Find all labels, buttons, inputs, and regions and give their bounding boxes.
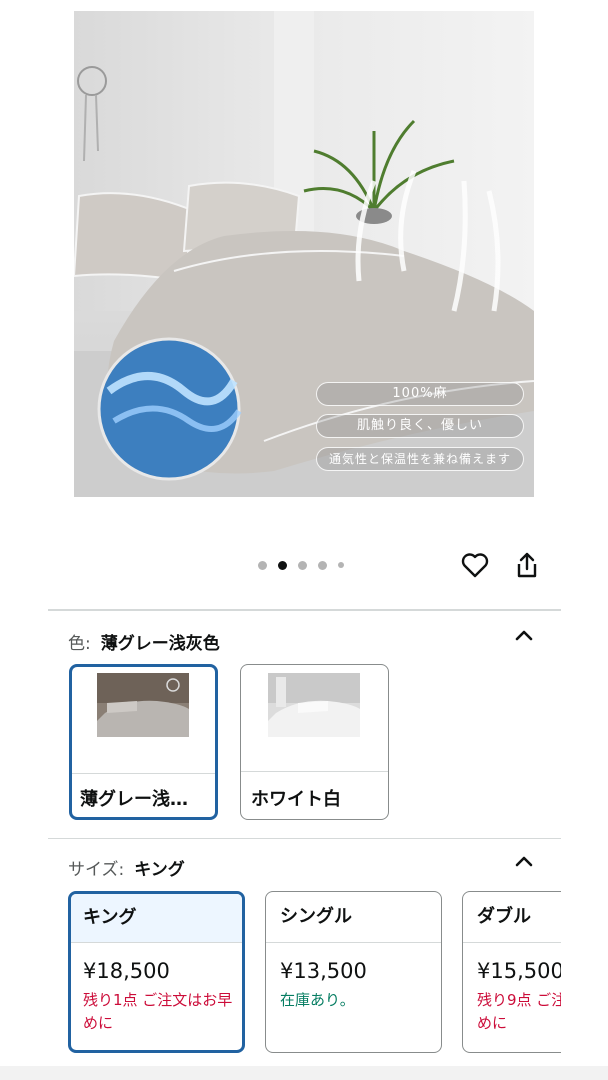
product-image[interactable]: 100%麻 肌触り良く、優しい 通気性と保温性を兼ね備えます <box>74 11 534 497</box>
color-label-key: 色: <box>68 634 91 654</box>
size-option-stock: 残り1点 ご注文はお早めに <box>83 991 233 1032</box>
size-option-king[interactable]: キング ¥18,500 残り1点 ご注文はお早めに <box>68 891 245 1053</box>
carousel-dot[interactable] <box>298 560 307 570</box>
color-option-white[interactable]: ホワイト白 <box>240 664 389 820</box>
share-button[interactable] <box>512 550 542 580</box>
size-label-key: サイズ: <box>68 860 125 880</box>
size-option-stock: 残り9点 ご注文はお早めに <box>477 991 561 1032</box>
size-options-row[interactable]: キング ¥18,500 残り1点 ご注文はお早めに シングル ¥13,500 在… <box>68 889 561 1057</box>
size-selector-label: サイズ: キング <box>68 855 185 880</box>
size-option-name: ダブル <box>463 892 561 943</box>
color-selector-label: 色: 薄グレー浅灰色 <box>68 629 220 654</box>
carousel-dot[interactable] <box>338 562 344 568</box>
section-divider <box>48 609 561 611</box>
color-thumbnail <box>97 673 189 737</box>
heart-icon <box>461 553 489 578</box>
size-option-price: ¥15,500 <box>477 959 561 983</box>
chevron-up-icon[interactable] <box>514 628 534 642</box>
size-option-single[interactable]: シングル ¥13,500 在庫あり。 <box>265 891 442 1053</box>
color-selected-value: 薄グレー浅灰色 <box>100 634 220 654</box>
color-option-light-gray[interactable]: 薄グレー浅… <box>69 664 218 820</box>
feature-chip: 肌触り良く、優しい <box>316 414 524 438</box>
section-divider <box>48 838 561 839</box>
size-option-name: キング <box>71 894 242 943</box>
share-icon <box>517 552 537 578</box>
size-option-name: シングル <box>266 892 441 943</box>
carousel-dot[interactable] <box>258 560 267 570</box>
color-option-label: ホワイト白 <box>251 789 341 810</box>
size-option-double[interactable]: ダブル ¥15,500 残り9点 ご注文はお早めに <box>462 891 561 1053</box>
feature-chip: 通気性と保温性を兼ね備えます <box>316 447 524 471</box>
swatch-separator <box>72 773 215 774</box>
feature-chip: 100%麻 <box>316 382 524 406</box>
chevron-up-icon[interactable] <box>514 854 534 868</box>
wishlist-button[interactable] <box>460 550 490 580</box>
size-option-price: ¥13,500 <box>280 959 367 983</box>
color-option-label: 薄グレー浅… <box>80 789 188 810</box>
color-thumbnail <box>268 673 360 737</box>
bottom-bar <box>0 1066 608 1080</box>
size-option-stock: 在庫あり。 <box>280 991 355 1009</box>
carousel-dot-active[interactable] <box>278 560 287 570</box>
size-option-price: ¥18,500 <box>83 959 170 983</box>
swatch-separator <box>241 771 388 772</box>
carousel-dots <box>258 559 344 571</box>
size-selected-value: キング <box>134 860 185 880</box>
carousel-dot[interactable] <box>318 560 327 570</box>
